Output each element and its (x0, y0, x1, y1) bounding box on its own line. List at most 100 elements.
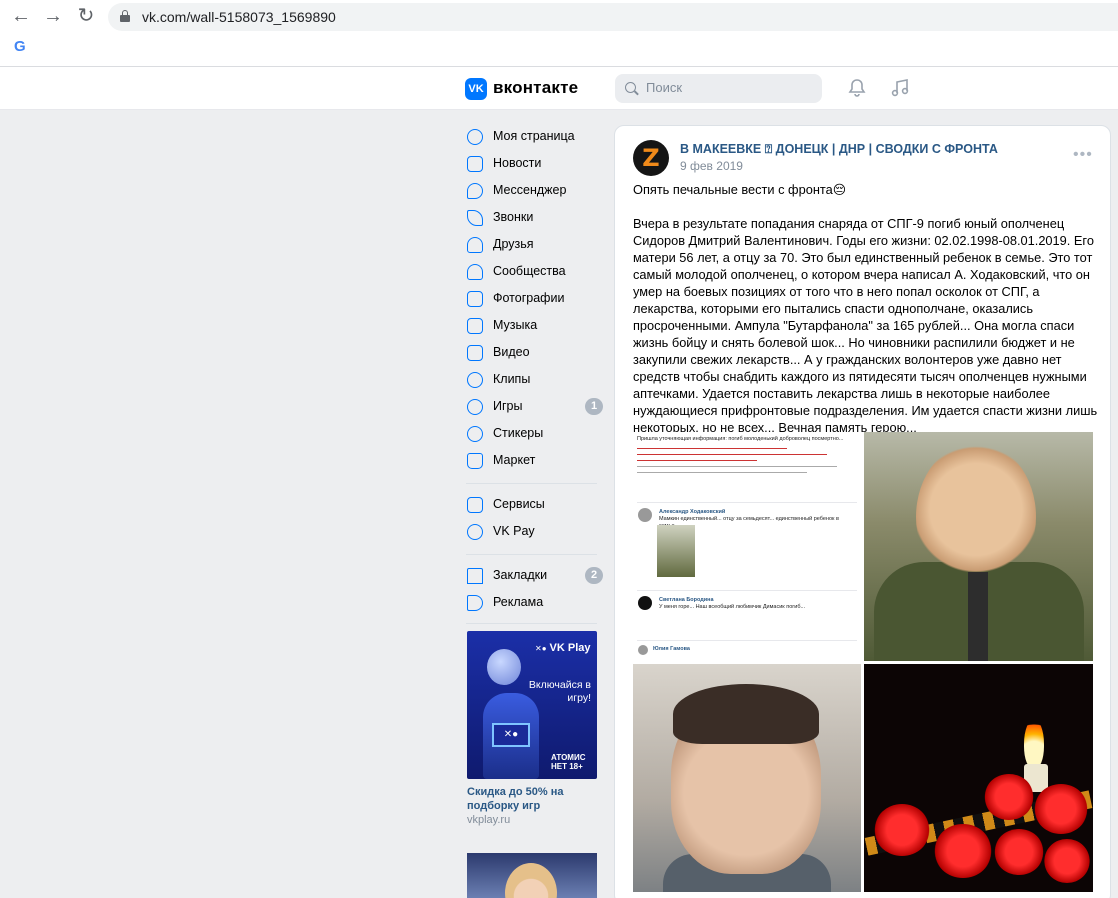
music-note-icon[interactable] (889, 78, 911, 100)
sidebar-item-music[interactable]: Музыка (466, 314, 606, 338)
sidebar-item-market[interactable]: Маркет (466, 449, 606, 473)
screenshot-divider (637, 640, 857, 641)
group-name-link[interactable]: В МАКЕЕВКЕ ⍰ ДОНЕЦК | ДНР | СВОДКИ С ФРО… (680, 142, 998, 157)
sidebar-item-label: Маркет (493, 453, 536, 467)
sidebar-item-label: Сообщества (493, 264, 566, 278)
communities-icon (467, 264, 483, 280)
screenshot-author: Юлия Гамова (653, 646, 690, 652)
ad-robot-screen: ✕● (492, 723, 530, 747)
photo-soldier-uniform[interactable] (864, 432, 1093, 661)
sidebar-item-bookmarks[interactable]: Закладки 2 (466, 564, 606, 588)
back-arrow-icon[interactable]: ← (10, 5, 32, 27)
ads-icon (467, 595, 483, 611)
tie-shape (968, 572, 988, 661)
screenshot-avatar (638, 508, 652, 522)
sticker-icon (467, 426, 483, 442)
google-bookmark-icon[interactable]: G (14, 38, 26, 55)
search-input[interactable] (646, 80, 811, 95)
address-url[interactable]: vk.com/wall-5158073_1569890 (142, 9, 336, 25)
search-icon (625, 82, 636, 93)
sidebar-item-services[interactable]: Сервисы (466, 493, 606, 517)
vk-play-logo: VK Play (535, 642, 591, 654)
sidebar-item-communities[interactable]: Сообщества (466, 260, 606, 284)
sidebar-item-clips[interactable]: Клипы (466, 368, 606, 392)
carnation-shape (1034, 784, 1088, 834)
phone-icon (467, 210, 483, 226)
photo-memorial-candle[interactable] (864, 664, 1093, 892)
carnation-shape (984, 774, 1034, 820)
market-icon (467, 453, 483, 469)
music-icon (467, 318, 483, 334)
sidebar-item-stickers[interactable]: Стикеры (466, 422, 606, 446)
sidebar-divider (466, 623, 597, 624)
group-avatar[interactable]: Z (633, 140, 669, 176)
address-bar[interactable]: vk.com/wall-5158073_1569890 (108, 3, 1118, 31)
bookmark-icon (467, 568, 483, 584)
sidebar-item-video[interactable]: Видео (466, 341, 606, 365)
video-icon (467, 345, 483, 361)
forward-arrow-icon[interactable]: → (42, 5, 64, 27)
candle-flame (1024, 719, 1044, 769)
reload-icon[interactable]: ↻ (75, 5, 97, 27)
friends-icon (467, 237, 483, 253)
photo-icon (467, 291, 483, 307)
sidebar-item-label: Видео (493, 345, 530, 359)
sidebar-item-my-page[interactable]: Моя страница (466, 125, 606, 149)
sidebar-item-label: Сервисы (493, 497, 545, 511)
sidebar-item-label: Моя страница (493, 129, 575, 143)
browser-chrome: ← → ↻ vk.com/wall-5158073_1569890 G (0, 0, 1118, 67)
vk-logo-icon[interactable]: VK (465, 78, 487, 100)
ad-banner-image[interactable]: ✕● VK Play Включайся в игру! АТОМИС НЕТ … (467, 631, 597, 779)
ad-domain[interactable]: vkplay.ru (467, 814, 510, 826)
sidebar-item-photos[interactable]: Фотографии (466, 287, 606, 311)
carnation-shape (874, 804, 930, 856)
sidebar-item-label: Реклама (493, 595, 544, 609)
sidebar-item-label: Фотографии (493, 291, 565, 305)
carnation-shape (1044, 839, 1090, 883)
sidebar-item-label: Игры (493, 399, 523, 413)
screenshot-reply: У меня горе... Наш всеобщий любимчик Дим… (659, 604, 806, 610)
games-icon (467, 399, 483, 415)
ad-title-link[interactable]: Скидка до 50% на подборку игр (467, 785, 607, 813)
sidebar-item-label: Мессенджер (493, 183, 567, 197)
sidebar-item-label: Звонки (493, 210, 534, 224)
second-ad-image[interactable] (467, 853, 597, 898)
screenshot-photo (657, 525, 695, 577)
sidebar-item-ads[interactable]: Реклама (466, 591, 606, 615)
search-box[interactable] (615, 74, 822, 103)
screenshot-avatar (638, 645, 648, 655)
vk-header: VK вконтакте (0, 67, 1118, 110)
sidebar-item-messenger[interactable]: Мессенджер (466, 179, 606, 203)
screenshot-intro-text: Пришла уточняющая информация: погиб моло… (637, 436, 844, 442)
screenshot-author: Александр Ходаковский (659, 509, 726, 515)
post-text: Опять печальные вести с фронта😔 Вчера в … (633, 182, 1098, 435)
hair-shape (673, 684, 819, 744)
sidebar-item-games[interactable]: Игры 1 (466, 395, 606, 419)
screenshot-author: Светлана Бородина (659, 597, 714, 603)
vk-brand-name[interactable]: вконтакте (493, 78, 578, 98)
sidebar-item-calls[interactable]: Звонки (466, 206, 606, 230)
photo-young-man-portrait[interactable] (633, 664, 861, 892)
ad-robot-head (487, 649, 521, 685)
ad-person-photo (505, 863, 557, 898)
vkpay-icon (467, 524, 483, 540)
clips-icon (467, 372, 483, 388)
photo-screenshot-comments[interactable]: Пришла уточняющая информация: погиб моло… (633, 432, 861, 661)
sidebar-item-label: Новости (493, 156, 542, 170)
screenshot-divider (637, 502, 857, 503)
sidebar-item-news[interactable]: Новости (466, 152, 606, 176)
sidebar-item-vk-pay[interactable]: VK Pay (466, 520, 606, 544)
face-shape (916, 442, 1036, 592)
sidebar-divider (466, 483, 597, 484)
user-circle-icon (467, 129, 483, 145)
post-date-link[interactable]: 9 фев 2019 (680, 159, 743, 173)
screenshot-avatar (638, 596, 652, 610)
sidebar-item-label: Клипы (493, 372, 531, 386)
carnation-shape (994, 829, 1044, 875)
games-count-badge: 1 (585, 398, 603, 415)
sidebar-item-label: Музыка (493, 318, 538, 332)
sidebar-item-friends[interactable]: Друзья (466, 233, 606, 257)
bell-icon[interactable] (846, 78, 868, 100)
more-options-icon[interactable]: ••• (1073, 146, 1093, 164)
wall-post: Z В МАКЕЕВКЕ ⍰ ДОНЕЦК | ДНР | СВОДКИ С Ф… (614, 125, 1111, 898)
